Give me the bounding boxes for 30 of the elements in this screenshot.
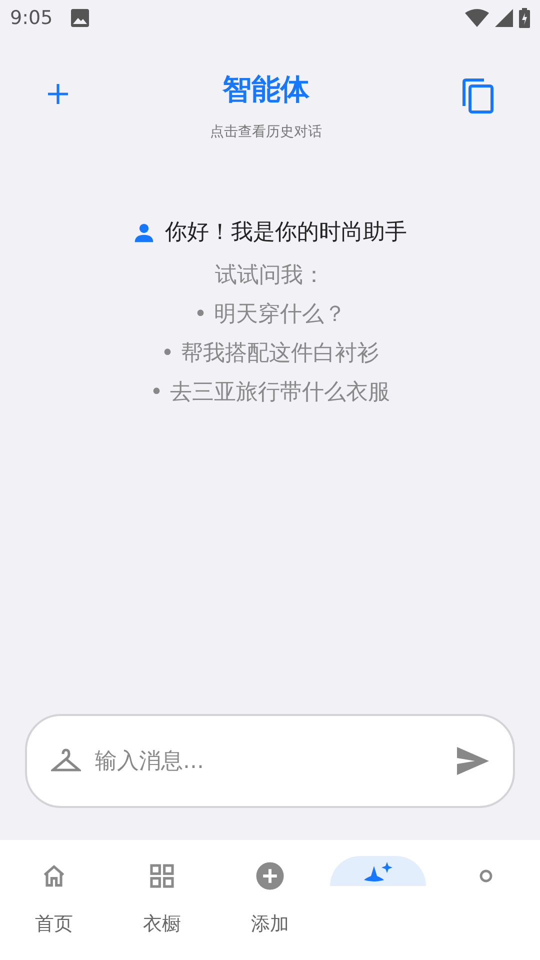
image-icon <box>70 9 89 27</box>
suggestion-text[interactable]: • 明天穿什么？ <box>194 298 346 331</box>
hanger-icon <box>51 748 81 774</box>
signal-icon <box>495 9 513 27</box>
copy-button[interactable] <box>462 78 494 114</box>
grid-icon <box>148 862 176 890</box>
status-time: 9:05 <box>10 6 53 31</box>
history-hint: 点击查看历史对话 <box>210 122 322 142</box>
add-circle-icon <box>255 861 285 891</box>
suggestion-text[interactable]: • 去三亚旅行带什么衣服 <box>150 376 390 409</box>
history-title-button[interactable]: 智能体 点击查看历史对话 <box>210 68 322 142</box>
nav-label: 首页 <box>35 912 73 937</box>
nav-tab[interactable]: 衣橱 <box>108 856 216 938</box>
person-icon <box>133 222 155 244</box>
plus-icon <box>46 82 70 106</box>
nav-tab[interactable]: 添加 <box>216 856 324 938</box>
message-input[interactable]: 输入消息... <box>95 744 443 778</box>
wifi-icon <box>465 9 489 27</box>
circle-icon <box>479 869 493 883</box>
nav-label: 添加 <box>251 912 289 937</box>
copy-icon <box>462 78 494 114</box>
nav-tab[interactable]: 首页 <box>0 856 108 938</box>
nav-label: 衣橱 <box>143 912 181 937</box>
greeting-text: 你好！我是你的时尚助手 <box>165 219 407 247</box>
suggestion-text[interactable]: • 帮我搭配这件白衬衫 <box>161 337 379 370</box>
new-chat-button[interactable] <box>46 82 70 106</box>
battery-icon <box>519 8 530 28</box>
send-icon[interactable] <box>457 747 489 775</box>
prompt-text: 试试问我： <box>215 262 325 290</box>
page-title: 智能体 <box>222 71 310 108</box>
